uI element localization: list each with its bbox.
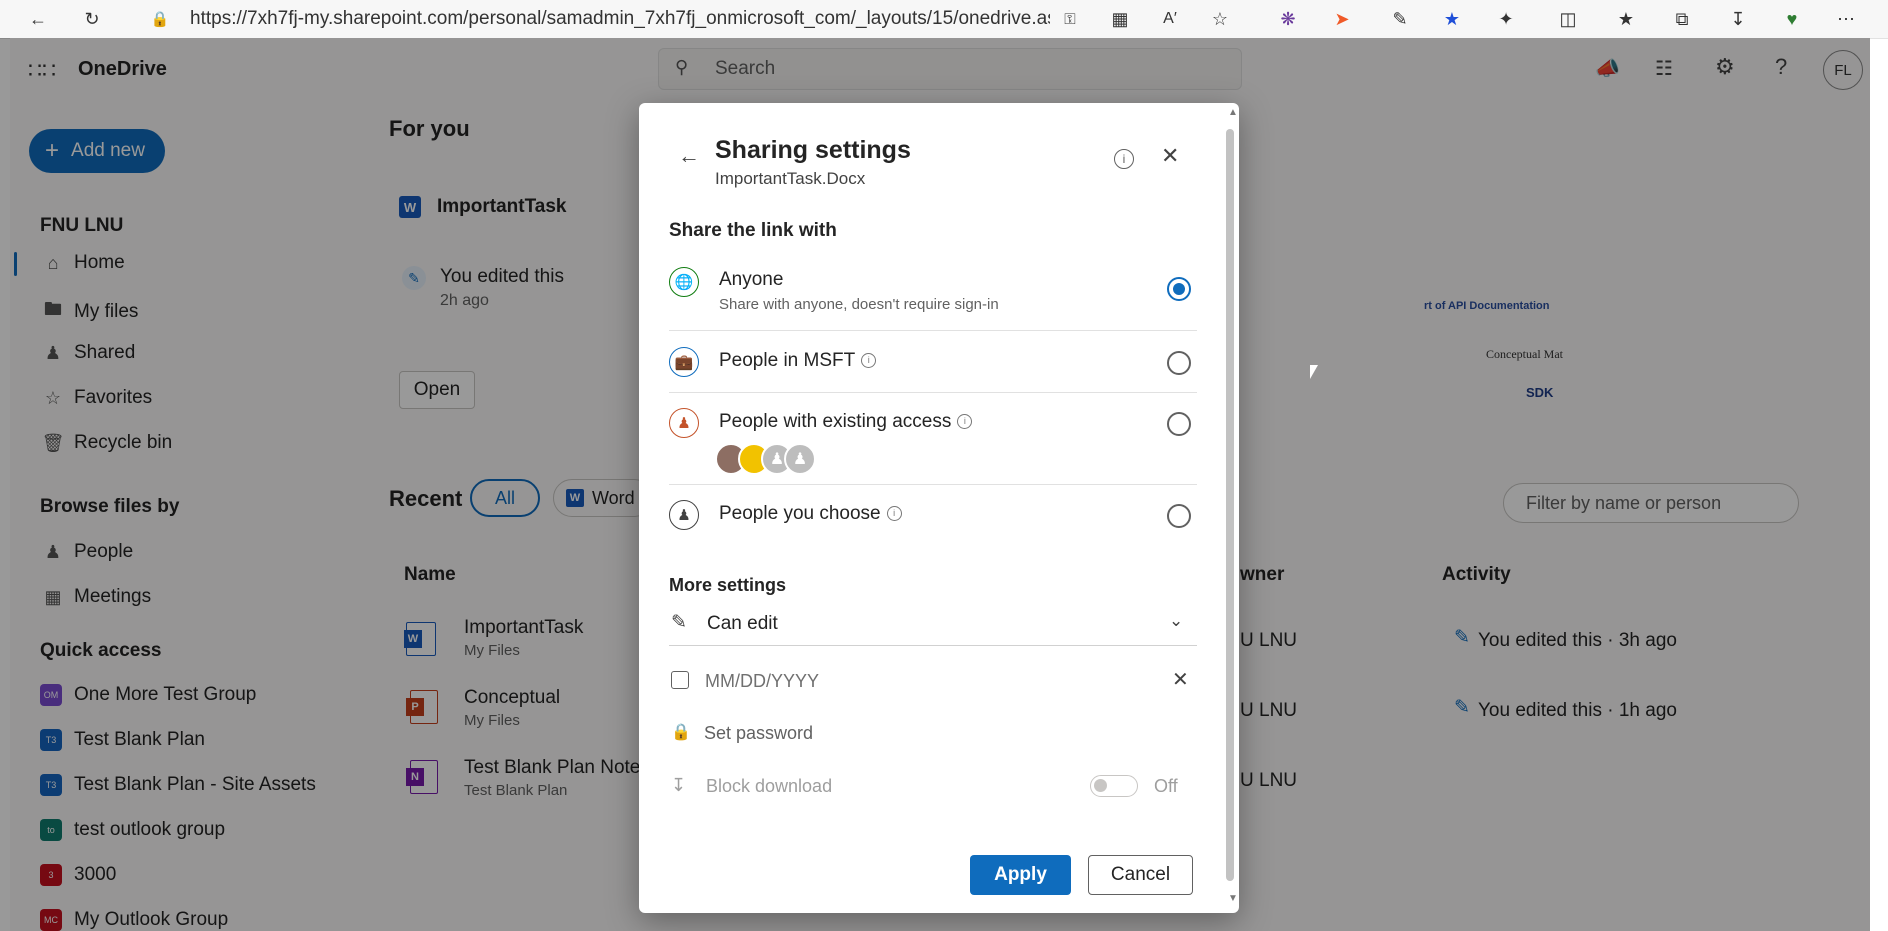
chevron-down-icon: ⌄ xyxy=(1169,611,1184,630)
browser-health-icon[interactable]: ♥ xyxy=(1780,7,1804,31)
address-bar[interactable]: https://7xh7fj-my.sharepoint.com/persona… xyxy=(190,6,1050,32)
globe-icon: 🌐 xyxy=(669,267,699,297)
more-options-icon[interactable]: ⋯ xyxy=(1834,7,1858,31)
more-settings-header: More settings xyxy=(669,575,787,595)
key-icon[interactable]: ⚿ xyxy=(1058,7,1082,31)
dialog-scrollbar[interactable] xyxy=(1226,129,1234,881)
option-label: People you choose xyxy=(719,503,881,524)
info-icon[interactable]: i xyxy=(957,414,973,430)
info-icon[interactable]: i xyxy=(1114,149,1134,169)
password-input[interactable]: Set password xyxy=(704,723,813,744)
clear-date-icon[interactable]: ✕ xyxy=(1172,667,1189,692)
block-download-toggle[interactable] xyxy=(1090,775,1138,797)
cancel-button[interactable]: Cancel xyxy=(1088,855,1193,895)
read-aloud-icon[interactable]: A′ xyxy=(1158,7,1182,31)
permission-dropdown[interactable]: ✎ Can edit ⌄ xyxy=(669,603,1197,646)
password-field[interactable]: 🔒 Set password xyxy=(669,711,1197,755)
option-existing-access[interactable]: ♟ People with existing access i ♟ ♟ xyxy=(669,392,1197,485)
calendar-icon xyxy=(671,671,689,689)
back-icon[interactable]: ← xyxy=(26,7,50,31)
extension-bug-icon[interactable]: ❋ xyxy=(1276,7,1300,31)
radio-anyone[interactable] xyxy=(1167,277,1191,301)
downloads-icon[interactable]: ↧ xyxy=(1726,7,1750,31)
favorite-star-icon[interactable]: ☆ xyxy=(1208,7,1232,31)
dialog-file-name: ImportantTask.Docx xyxy=(715,169,866,188)
sharing-settings-dialog: ← Sharing settings ImportantTask.Docx i … xyxy=(639,103,1239,913)
block-download-icon: ↧ xyxy=(671,775,687,795)
browser-toolbar: ← ↻ 🔒 https://7xh7fj-my.sharepoint.com/p… xyxy=(0,0,1888,39)
extension-flame-icon[interactable]: ★ xyxy=(1440,7,1464,31)
pencil-icon: ✎ xyxy=(671,612,687,633)
scroll-up-icon[interactable]: ▲ xyxy=(1228,107,1238,118)
toggle-state: Off xyxy=(1154,776,1178,796)
block-download-label: Block download xyxy=(706,776,833,796)
option-description: Share with anyone, doesn't require sign-… xyxy=(719,296,999,313)
date-input[interactable]: MM/DD/YYYY xyxy=(705,671,819,692)
extensions-puzzle-icon[interactable]: ✦ xyxy=(1494,7,1518,31)
person-icon: ♟ xyxy=(669,408,699,438)
expiration-date-field[interactable]: MM/DD/YYYY ✕ xyxy=(669,659,1197,703)
extension-pen-icon[interactable]: ✎ xyxy=(1388,7,1412,31)
option-label-wrap: People with existing access i xyxy=(719,411,973,433)
option-label-wrap: People in MSFT i xyxy=(719,350,877,372)
apply-button[interactable]: Apply xyxy=(970,855,1071,895)
briefcase-icon: 💼 xyxy=(669,347,699,377)
option-label-wrap: People you choose i xyxy=(719,503,902,525)
block-download-row: ↧ Block download Off xyxy=(669,763,1197,807)
dialog-title: Sharing settings xyxy=(715,136,911,164)
person-add-icon: ♟ xyxy=(669,500,699,530)
close-icon[interactable]: ✕ xyxy=(1161,143,1179,169)
radio-people-you-choose[interactable] xyxy=(1167,504,1191,528)
option-label: People in MSFT xyxy=(719,350,856,371)
extension-swift-icon[interactable]: ➤ xyxy=(1330,7,1354,31)
apps-icon[interactable]: ▦ xyxy=(1108,7,1132,31)
share-with-header: Share the link with xyxy=(669,220,837,241)
scroll-down-icon[interactable]: ▼ xyxy=(1228,893,1238,904)
lock-icon[interactable]: 🔒 xyxy=(148,7,172,31)
favorites-list-icon[interactable]: ★ xyxy=(1614,7,1638,31)
avatar-placeholder-icon: ♟ xyxy=(784,443,816,475)
collections-icon[interactable]: ⧉ xyxy=(1670,7,1694,31)
permission-value: Can edit xyxy=(707,613,778,634)
option-label: People with existing access xyxy=(719,411,952,432)
info-icon[interactable]: i xyxy=(886,506,902,522)
split-screen-icon[interactable]: ◫ xyxy=(1556,7,1580,31)
option-anyone[interactable]: 🌐 Anyone Share with anyone, doesn't requ… xyxy=(669,261,1197,331)
toggle-knob xyxy=(1094,779,1107,792)
lock-icon: 🔒 xyxy=(671,724,691,741)
mouse-cursor-icon xyxy=(1310,365,1318,379)
option-people-in-org[interactable]: 💼 People in MSFT i xyxy=(669,330,1197,393)
info-icon[interactable]: i xyxy=(861,353,877,369)
option-people-you-choose[interactable]: ♟ People you choose i xyxy=(669,484,1197,544)
back-arrow-icon[interactable]: ← xyxy=(678,143,700,169)
refresh-icon[interactable]: ↻ xyxy=(80,7,104,31)
radio-existing-access[interactable] xyxy=(1167,412,1191,436)
option-label: Anyone xyxy=(719,269,784,290)
radio-people-in-org[interactable] xyxy=(1167,351,1191,375)
